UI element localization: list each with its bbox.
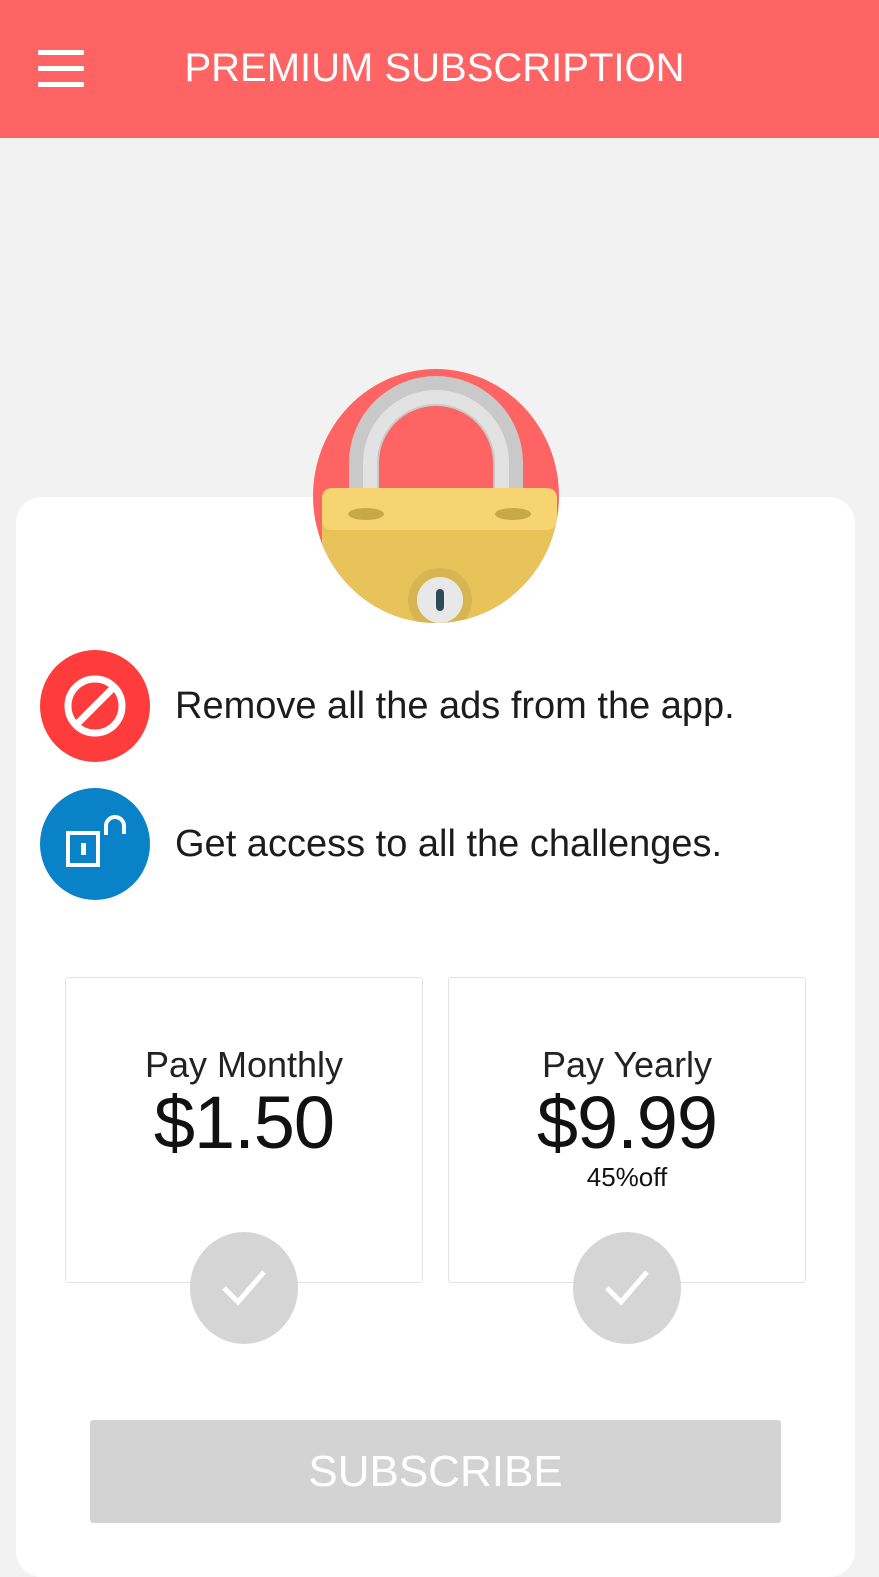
checkmark-icon — [605, 1270, 649, 1306]
feature-unlock-challenges: Get access to all the challenges. — [40, 788, 820, 900]
feature-text: Get access to all the challenges. — [175, 823, 723, 865]
select-yearly-button[interactable] — [573, 1232, 681, 1344]
feature-text: Remove all the ads from the app. — [175, 685, 735, 727]
plan-price: $9.99 — [536, 1081, 718, 1164]
padlock-icon — [312, 368, 560, 624]
checkmark-icon — [222, 1270, 266, 1306]
feature-remove-ads: Remove all the ads from the app. — [40, 650, 820, 762]
plan-price: $1.50 — [153, 1081, 335, 1164]
page-title: PREMIUM SUBSCRIPTION — [184, 46, 685, 90]
unlock-icon — [40, 788, 150, 900]
select-monthly-button[interactable] — [190, 1232, 298, 1344]
discount-badge: 45%off — [586, 1162, 668, 1192]
app-bar: PREMIUM SUBSCRIPTION — [0, 0, 879, 138]
subscribe-button[interactable]: SUBSCRIBE — [90, 1420, 781, 1523]
no-ads-icon — [40, 650, 150, 762]
